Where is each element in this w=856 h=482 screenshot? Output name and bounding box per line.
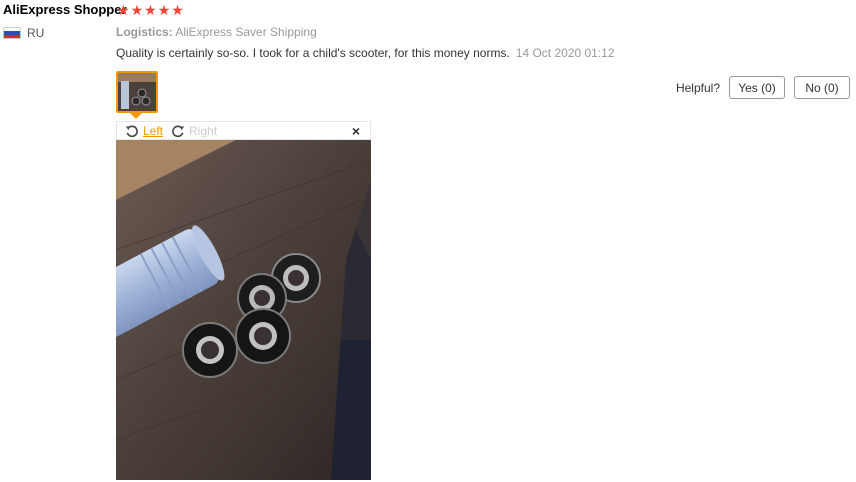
logistics-label: Logistics: <box>116 25 173 39</box>
helpful-no-button[interactable]: No (0) <box>794 76 850 99</box>
country-code: RU <box>27 26 45 40</box>
thumbnail-pointer <box>130 113 142 119</box>
star-icon: ★ <box>117 2 130 18</box>
close-viewer-icon[interactable]: × <box>352 123 360 139</box>
star-icon: ★ <box>171 2 184 18</box>
logistics-value: AliExpress Saver Shipping <box>175 25 317 39</box>
review-text: Quality is certainly so-so. I took for a… <box>116 46 510 60</box>
logistics-info: Logistics: AliExpress Saver Shipping <box>116 25 317 39</box>
helpful-section: Helpful? Yes (0) No (0) <box>676 76 850 99</box>
review-body: Quality is certainly so-so. I took for a… <box>116 46 615 60</box>
rotate-left-control[interactable]: Left <box>125 124 163 138</box>
rating-stars: ★ ★ ★ ★ ★ <box>117 3 184 17</box>
star-icon: ★ <box>144 2 157 18</box>
helpful-label: Helpful? <box>675 80 720 95</box>
russia-flag-icon <box>3 27 21 39</box>
country: RU <box>3 26 44 40</box>
helpful-yes-button[interactable]: Yes (0) <box>729 76 785 99</box>
rotate-right-link[interactable]: Right <box>189 124 217 138</box>
rotate-right-icon <box>172 125 185 137</box>
review-date: 14 Oct 2020 01:12 <box>515 46 615 60</box>
user-name: AliExpress Shopper <box>3 2 127 17</box>
review-photo <box>116 140 371 480</box>
rotate-left-icon <box>125 125 138 137</box>
review-photo-thumbnail[interactable] <box>116 71 158 113</box>
star-icon: ★ <box>130 2 144 18</box>
review-photo-image <box>116 140 371 480</box>
rotate-right-control[interactable]: Right <box>171 124 217 138</box>
star-icon: ★ <box>157 2 171 18</box>
thumbnail-image <box>118 73 156 111</box>
rotate-left-link[interactable]: Left <box>143 124 163 138</box>
image-viewer-toolbar: Left Right × <box>116 121 371 140</box>
